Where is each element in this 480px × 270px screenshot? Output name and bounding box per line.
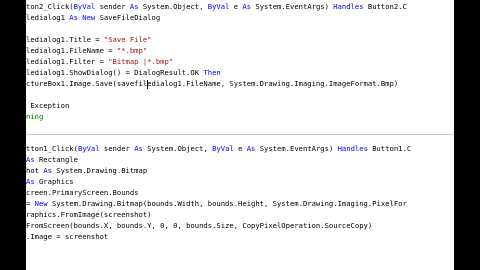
- code-line: ledialog1.ShowDialog() = DialogResult.OK…: [26, 68, 221, 78]
- code-line: tton1_Click(ByVal sender As System.Objec…: [26, 144, 411, 154]
- code-token: ctureBox1.Image.Save(savefiledialog1.Fil…: [26, 79, 399, 88]
- code-token: ledialog1.Filter =: [26, 57, 109, 66]
- code-token: System.Drawing.Bitmap(bounds.Width, boun…: [47, 199, 407, 208]
- code-token: System.Object,: [142, 144, 213, 153]
- code-line: ledialog1.FileName = "*.bmp": [26, 46, 147, 56]
- code-token: =: [26, 199, 35, 208]
- code-token: System.EventArgs): [251, 2, 334, 11]
- code-token: New: [34, 199, 48, 208]
- code-token: As: [26, 177, 35, 186]
- code-token: ledialog1.ShowDialog() = DialogResult.OK: [26, 68, 204, 77]
- code-line: ctureBox1.Image.Save(savefiledialog1.Fil…: [26, 79, 398, 89]
- code-token: ning: [26, 112, 44, 121]
- code-token: raphics.FromImage(screenshot): [26, 210, 152, 219]
- code-line: As Rectangle: [26, 155, 78, 165]
- code-line: creen.PrimaryScreen.Bounds: [26, 188, 139, 198]
- code-token: SaveFileDialog: [95, 13, 161, 22]
- code-line: ledialog1.Filter = "Bitmap |*.bmp": [26, 57, 173, 67]
- code-token: Then: [203, 68, 221, 77]
- text-cursor: [147, 80, 148, 89]
- code-line: = New System.Drawing.Bitmap(bounds.Width…: [26, 199, 407, 209]
- code-token: ByVal: [73, 2, 96, 11]
- code-token: Handles: [333, 2, 364, 11]
- code-line: ton2_Click(ByVal sender As System.Object…: [26, 2, 407, 12]
- code-editor[interactable]: ton2_Click(ByVal sender As System.Object…: [26, 0, 454, 270]
- code-line: ledialog1 As New SaveFileDialog: [26, 13, 160, 23]
- code-token: FromScreen(bounds.X, bounds.Y, 0, 0, bou…: [26, 221, 373, 230]
- code-token: hot: [26, 166, 44, 175]
- code-line: ledialog1.Title = "Save File": [26, 35, 152, 45]
- code-token: ledialog1: [26, 13, 70, 22]
- code-token: ton2_Click(: [26, 2, 74, 11]
- code-token: e: [233, 144, 247, 153]
- code-token: System.Drawing.Bitmap: [51, 166, 148, 175]
- code-token: Graphics: [34, 177, 74, 186]
- code-line: As Graphics: [26, 177, 74, 187]
- code-token: As: [242, 2, 252, 11]
- code-token: As: [43, 166, 52, 175]
- code-token: ByVal: [207, 2, 230, 11]
- code-token: .Image = screenshot: [26, 232, 109, 241]
- code-token: ByVal: [77, 144, 100, 153]
- code-line: .Image = screenshot: [26, 232, 108, 242]
- code-token: ByVal: [212, 144, 234, 153]
- code-token: sender: [95, 2, 130, 11]
- code-token: creen.PrimaryScreen.Bounds: [26, 188, 139, 197]
- code-token: "Bitmap |*.bmp": [108, 57, 174, 66]
- method-separator: [26, 134, 454, 135]
- code-token: Handles: [337, 144, 368, 153]
- code-token: ledialog1.Title =: [26, 35, 104, 44]
- code-line: raphics.FromImage(screenshot): [26, 210, 152, 220]
- code-token: System.Object,: [138, 2, 208, 11]
- code-token: Exception: [26, 101, 70, 110]
- code-token: tton1_Click(: [26, 144, 78, 153]
- code-token: As: [26, 155, 35, 164]
- code-line: ning: [26, 112, 43, 122]
- code-line: FromScreen(bounds.X, bounds.Y, 0, 0, bou…: [26, 221, 372, 231]
- code-token: Button2.C: [363, 2, 407, 11]
- code-line: Exception: [26, 101, 69, 111]
- code-token: "*.bmp": [116, 46, 148, 55]
- code-token: ledialog1.FileName =: [26, 46, 117, 55]
- code-token: Rectangle: [34, 155, 78, 164]
- code-line: hot As System.Drawing.Bitmap: [26, 166, 147, 176]
- code-token: As: [129, 2, 139, 11]
- code-token: sender: [99, 144, 135, 153]
- code-token: Button1.C: [367, 144, 412, 153]
- code-token: As: [134, 144, 143, 153]
- code-token: "Save File": [103, 35, 152, 44]
- code-token: System.EventArgs): [255, 144, 338, 153]
- code-token: As New: [69, 13, 96, 22]
- code-token: e: [229, 2, 243, 11]
